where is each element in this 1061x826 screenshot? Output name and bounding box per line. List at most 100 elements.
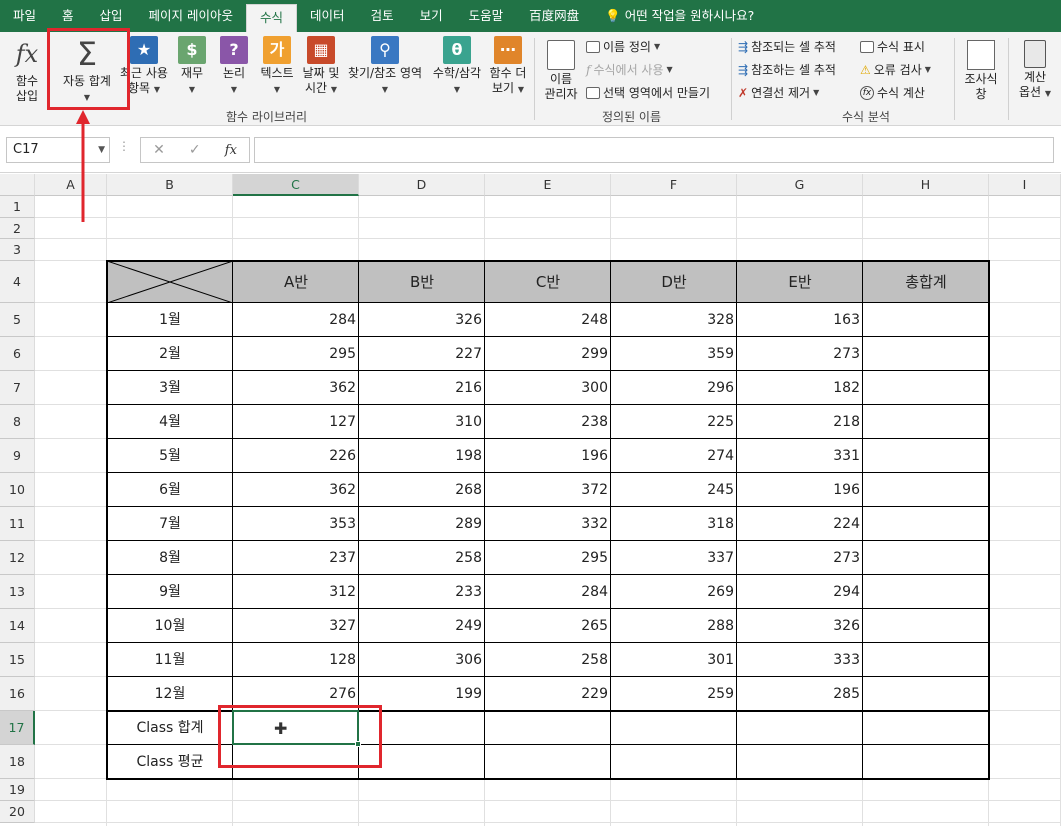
remove-arrows-icon: ✗ (738, 85, 749, 100)
row-header-20[interactable]: 20 (0, 801, 35, 823)
row-header-7[interactable]: 7 (0, 371, 35, 405)
row-header-2[interactable]: 2 (0, 218, 35, 239)
row-header-8[interactable]: 8 (0, 405, 35, 439)
enter-icon[interactable]: ✓ (189, 142, 201, 158)
recent-functions-button[interactable]: ★ 최근 사용 항목 ▼ (118, 36, 170, 97)
column-header-d[interactable]: D (359, 174, 485, 196)
column-header-i[interactable]: I (989, 174, 1061, 196)
formula-input[interactable] (254, 137, 1054, 163)
chevron-down-icon: ▼ (83, 93, 91, 102)
cancel-icon[interactable]: ✕ (153, 142, 165, 158)
warning-icon: ⚠ (860, 62, 871, 77)
tab-6[interactable]: 검토 (358, 0, 407, 32)
gridline-horizontal (0, 800, 1061, 801)
star-book-icon: ★ (130, 36, 158, 64)
evaluate-icon: fx (860, 85, 874, 100)
table-frame (106, 260, 990, 780)
text-functions-button[interactable]: 가 텍스트 ▼ (256, 36, 298, 97)
row-header-1[interactable]: 1 (0, 196, 35, 218)
insert-function-icon[interactable]: fx (225, 143, 237, 158)
financial-icon: $ (178, 36, 206, 64)
formula-buttons: ✕ ✓ fx (140, 137, 250, 163)
column-header-g[interactable]: G (737, 174, 863, 196)
name-box[interactable]: C17 ▼ (6, 137, 110, 163)
calculation-options-button[interactable]: 계산 옵션 ▼ (1012, 36, 1058, 101)
highlight-box-cell (218, 705, 382, 768)
logical-icon: ? (220, 36, 248, 64)
trace-precedents-icon: ⇶ (738, 39, 749, 54)
calculator-icon (1024, 40, 1046, 68)
gridline-horizontal (0, 822, 1061, 823)
autosum-button[interactable]: Σ 자동 합계 ▼ (52, 36, 122, 105)
row-header-18[interactable]: 18 (0, 745, 35, 779)
define-name-button[interactable]: 이름 정의 ▼ (586, 38, 660, 55)
row-header-6[interactable]: 6 (0, 337, 35, 371)
worksheet-grid[interactable]: A B C D E F G H I 1 2 3 4 5 6 7 8 9 10 11 12 13 14 15 16 17 18 19 20… (0, 174, 1061, 826)
row-header-19[interactable]: 19 (0, 779, 35, 801)
use-in-formula-button[interactable]: 𝑓 수식에서 사용 ▼ (586, 61, 673, 78)
grid-icon (586, 86, 600, 99)
create-from-selection-button[interactable]: 선택 영역에서 만들기 (586, 84, 710, 101)
show-formulas-icon (860, 40, 874, 53)
row-header-12[interactable]: 12 (0, 541, 35, 575)
logical-button[interactable]: ? 논리 ▼ (216, 36, 252, 97)
remove-arrows-button[interactable]: ✗ 연결선 제거 ▼ (738, 84, 819, 101)
ribbon-separator (954, 38, 955, 120)
column-header-f[interactable]: F (611, 174, 737, 196)
math-trig-button[interactable]: θ 수학/삼각 ▼ (428, 36, 486, 97)
select-all-corner[interactable] (0, 174, 35, 196)
row-header-15[interactable]: 15 (0, 643, 35, 677)
row-header-14[interactable]: 14 (0, 609, 35, 643)
more-functions-button[interactable]: ⋯ 함수 더 보기 ▼ (486, 36, 530, 97)
trace-precedents-button[interactable]: ⇶ 참조되는 셀 추적 (738, 38, 836, 55)
splitter-dots-icon[interactable]: ⋮ (118, 139, 130, 153)
text-icon: 가 (263, 36, 291, 64)
ribbon: fx 함수 삽입 Σ 자동 합계 ▼ ★ 최근 사용 항목 ▼ $ 재무 ▼ ?… (0, 32, 1061, 126)
insert-function-button[interactable]: fx 함수 삽입 (6, 36, 48, 104)
row-header-5[interactable]: 5 (0, 303, 35, 337)
name-manager-button[interactable]: 이름 관리자 (540, 36, 582, 102)
row-header-3[interactable]: 3 (0, 239, 35, 261)
gridline-horizontal (0, 238, 1061, 239)
tab-9[interactable]: 百度网盘 (516, 0, 592, 32)
lookup-reference-button[interactable]: ⚲ 찾기/참조 영역 ▼ (344, 36, 426, 97)
column-header-c[interactable]: C (233, 174, 359, 196)
formula-bar: C17 ▼ ⋮ ✕ ✓ fx (0, 127, 1061, 173)
tab-4[interactable]: 수식 (246, 4, 298, 32)
lookup-icon: ⚲ (371, 36, 399, 64)
sigma-icon: Σ (76, 35, 98, 73)
financial-button[interactable]: $ 재무 ▼ (174, 36, 210, 97)
tab-2[interactable]: 삽입 (87, 0, 136, 32)
gridline-horizontal (0, 217, 1061, 218)
row-header-4[interactable]: 4 (0, 261, 35, 303)
datetime-button[interactable]: ▦ 날짜 및 시간 ▼ (298, 36, 344, 97)
group-label-function-library: 함수 라이브러리 (226, 110, 308, 124)
chevron-down-icon[interactable]: ▼ (98, 138, 105, 162)
row-header-17[interactable]: 17 (0, 711, 35, 745)
row-header-11[interactable]: 11 (0, 507, 35, 541)
row-header-10[interactable]: 10 (0, 473, 35, 507)
watch-window-button[interactable]: 조사식 창 (958, 36, 1004, 102)
column-header-b[interactable]: B (107, 174, 233, 196)
tab-5[interactable]: 데이터 (297, 0, 358, 32)
evaluate-formula-button[interactable]: fx 수식 계산 (860, 84, 925, 101)
column-header-h[interactable]: H (863, 174, 989, 196)
show-formulas-button[interactable]: 수식 표시 (860, 38, 925, 55)
row-header-16[interactable]: 16 (0, 677, 35, 711)
tab-1[interactable]: 홈 (49, 0, 87, 32)
column-header-e[interactable]: E (485, 174, 611, 196)
tab-8[interactable]: 도움말 (456, 0, 517, 32)
tag-icon (586, 40, 600, 53)
error-checking-button[interactable]: ⚠ 오류 검사 ▼ (860, 61, 931, 78)
tab-7[interactable]: 보기 (407, 0, 456, 32)
trace-dependents-button[interactable]: ⇶ 참조하는 셀 추적 (738, 61, 836, 78)
row-header-9[interactable]: 9 (0, 439, 35, 473)
annotation-arrow (76, 110, 90, 222)
row-header-13[interactable]: 13 (0, 575, 35, 609)
more-functions-icon: ⋯ (494, 36, 522, 64)
tab-3[interactable]: 페이지 레이아웃 (136, 0, 246, 32)
lightbulb-icon: 💡 (605, 8, 621, 23)
tab-0[interactable]: 파일 (0, 0, 49, 32)
tell-me-search[interactable]: 💡 어떤 작업을 원하시나요? (592, 0, 767, 32)
column-header-a[interactable]: A (35, 174, 107, 196)
